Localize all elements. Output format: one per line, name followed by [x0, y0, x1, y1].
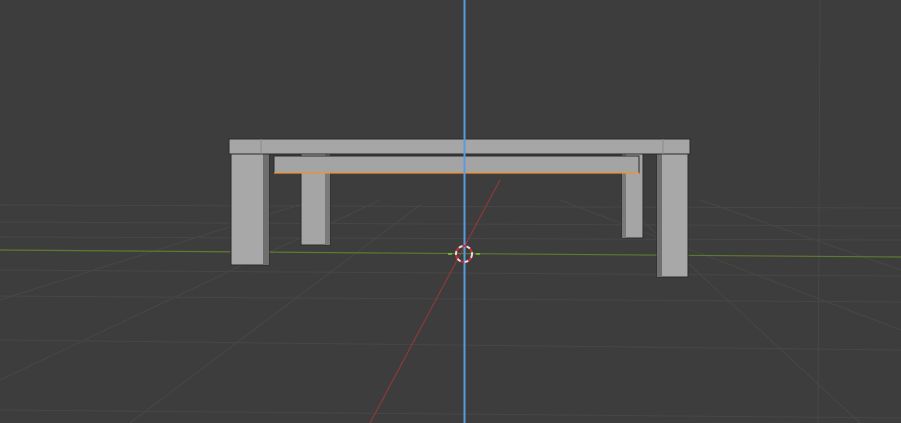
apron[interactable] — [273, 155, 640, 174]
table-top[interactable] — [228, 138, 691, 155]
floor-grid — [0, 0, 901, 423]
3d-viewport[interactable] — [0, 0, 901, 423]
viewport-canvas[interactable] — [0, 0, 901, 423]
x-axis-line — [369, 179, 501, 423]
